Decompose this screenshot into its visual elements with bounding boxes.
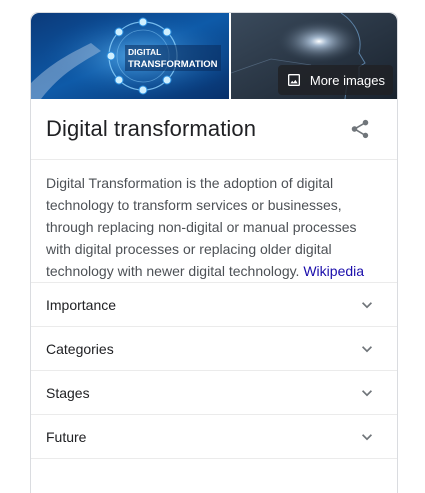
title-row: Digital transformation xyxy=(31,99,397,160)
wikipedia-link[interactable]: Wikipedia xyxy=(303,263,364,279)
section-label: Stages xyxy=(46,384,90,401)
chevron-down-icon xyxy=(357,383,377,403)
section-label: Importance xyxy=(46,296,117,313)
digital-transformation-image: DIGITAL TRANSFORMATION xyxy=(31,13,229,99)
chevron-down-icon xyxy=(357,295,377,315)
more-images-label: More images xyxy=(309,72,385,88)
description: Digital Transformation is the adoption o… xyxy=(31,160,397,283)
chevron-down-icon xyxy=(357,427,377,447)
main-image[interactable]: DIGITAL TRANSFORMATION xyxy=(31,13,229,99)
section-label: Future xyxy=(46,428,87,445)
section-row-future[interactable]: Future xyxy=(31,415,397,459)
section-row-importance[interactable]: Importance xyxy=(31,283,397,327)
section-label: Categories xyxy=(46,340,114,357)
chevron-down-icon xyxy=(357,339,377,359)
secondary-image[interactable]: More images xyxy=(231,13,397,99)
section-row-categories[interactable]: Categories xyxy=(31,327,397,371)
share-icon[interactable] xyxy=(349,118,371,140)
panel-title: Digital transformation xyxy=(46,116,257,141)
image-icon xyxy=(286,72,302,88)
knowledge-panel: DIGITAL TRANSFORMATION More images Digit… xyxy=(30,12,398,493)
image-caption-line1: DIGITAL xyxy=(128,47,161,57)
more-images-button[interactable]: More images xyxy=(277,65,393,95)
image-caption-line2: TRANSFORMATION xyxy=(128,59,218,70)
section-row-stages[interactable]: Stages xyxy=(31,371,397,415)
image-strip: DIGITAL TRANSFORMATION More images xyxy=(31,13,397,99)
